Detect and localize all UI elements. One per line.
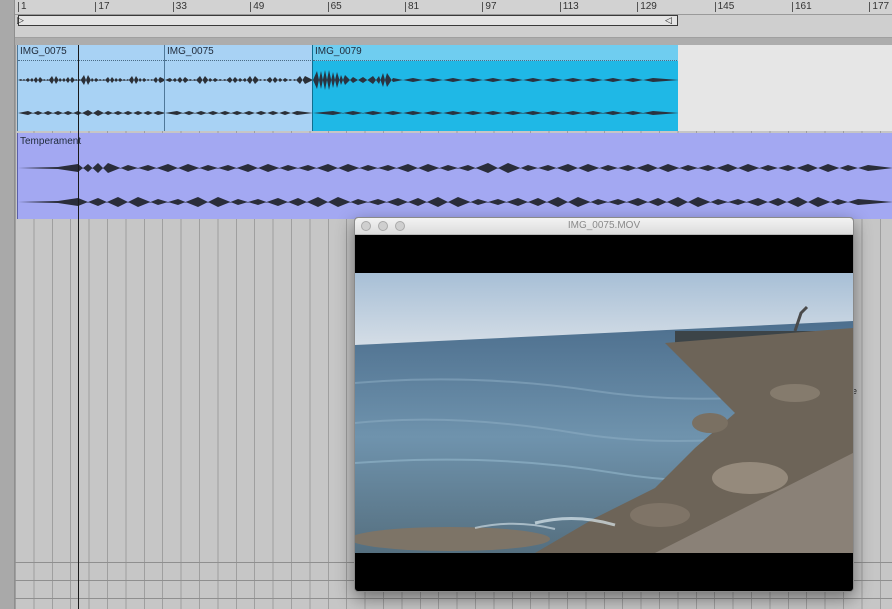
clip-img-0079[interactable]: IMG_0079 (312, 45, 679, 131)
ruler-tick-label: 65 (330, 1, 342, 12)
waveform-top (18, 75, 166, 85)
ruler-tick-label: 129 (640, 1, 657, 12)
window-title: IMG_0075.MOV (567, 220, 641, 231)
ruler-tick-label: 113 (562, 1, 579, 12)
ruler-tick-label: 1 (21, 1, 27, 12)
clip-title: Temperament (20, 136, 82, 147)
video-window[interactable]: IMG_0075.MOV (354, 217, 854, 592)
waveform-bottom (18, 110, 166, 116)
waveform-top (313, 70, 679, 90)
clip-title: IMG_0075 (167, 46, 214, 57)
loop-brace[interactable] (18, 15, 678, 26)
track-separator (15, 38, 892, 45)
clip-title: IMG_0075 (20, 46, 67, 57)
clip-temperament[interactable]: Temperament (17, 133, 892, 219)
ruler-tick-label: 33 (175, 1, 187, 12)
ruler-tick-label: 49 (253, 1, 265, 12)
ruler-tick-label: 17 (98, 1, 110, 12)
waveform-top (18, 163, 892, 173)
waveform-bottom (165, 111, 313, 115)
empty-track-area[interactable] (678, 45, 892, 131)
ruler-tick-label: 97 (485, 1, 497, 12)
loop-start-marker-icon[interactable]: ▷ (17, 15, 24, 25)
ruler-tick-label: 81 (408, 1, 420, 12)
video-window-titlebar[interactable]: IMG_0075.MOV (355, 218, 853, 235)
waveform-bottom (313, 111, 679, 115)
loop-end-marker-icon[interactable]: ◁ (665, 15, 672, 25)
ruler-tick-label: 161 (795, 1, 812, 12)
ruler-tick-label: 177 (872, 1, 890, 12)
video-frame[interactable] (355, 273, 853, 553)
clip-img-0075-b[interactable]: IMG_0075 (164, 45, 313, 131)
ruler-tick-label: 145 (717, 1, 735, 12)
waveform-bottom (18, 197, 892, 207)
clip-img-0075-a[interactable]: IMG_0075 (17, 45, 166, 131)
waveform-top (165, 76, 313, 84)
clip-title: IMG_0079 (315, 46, 362, 57)
loop-bar[interactable]: ▷ ◁ (15, 15, 892, 38)
clip-header (313, 45, 679, 61)
left-scroll-strip (0, 0, 15, 609)
playhead[interactable] (78, 45, 79, 609)
bar-ruler[interactable]: 1 17 33 49 65 81 97 113 129 145 161 177 (15, 0, 892, 15)
